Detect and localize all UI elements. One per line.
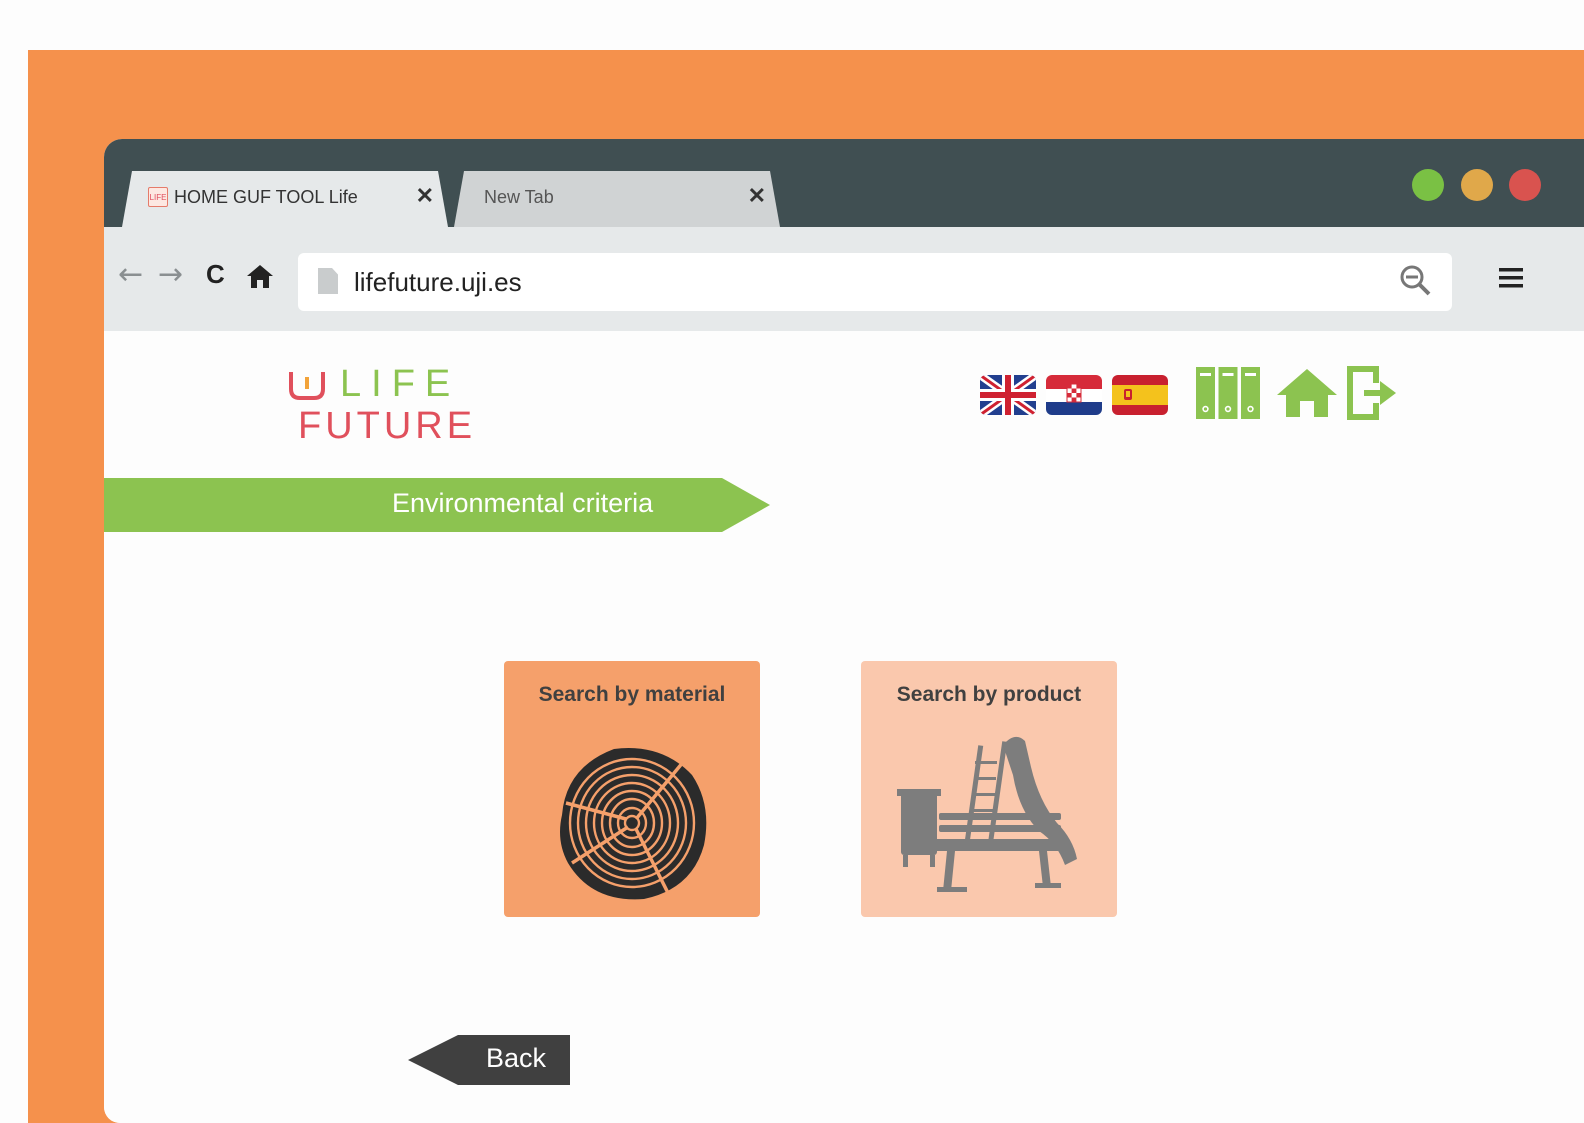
zoom-search-icon[interactable] bbox=[1398, 263, 1434, 299]
spain-flag-icon[interactable] bbox=[1112, 375, 1168, 415]
page-icon bbox=[318, 268, 338, 294]
back-button[interactable]: Back bbox=[408, 1035, 570, 1085]
url-text: lifefuture.uji.es bbox=[354, 267, 522, 297]
reload-icon[interactable]: C bbox=[206, 259, 225, 290]
card-label: Search by product bbox=[896, 683, 1082, 706]
search-by-material-card[interactable]: Search by material bbox=[504, 661, 760, 917]
tab-close-icon[interactable]: ✕ bbox=[416, 183, 434, 209]
browser-toolbar: ← → C lifefuture.uji.es bbox=[104, 227, 1584, 331]
window-close-button[interactable] bbox=[1509, 169, 1541, 201]
address-bar[interactable]: lifefuture.uji.es bbox=[298, 253, 1452, 311]
logo-text-life: LIFE bbox=[340, 363, 461, 405]
playground-furniture-icon bbox=[897, 736, 1077, 892]
back-arrow-icon[interactable]: ← bbox=[118, 257, 143, 292]
browser-window: LIFE HOME GUF TOOL Life ✕ New Tab ✕ ← → … bbox=[104, 139, 1584, 1123]
forward-arrow-icon[interactable]: → bbox=[158, 257, 183, 292]
back-button-label: Back bbox=[486, 1043, 547, 1073]
binders-icon[interactable] bbox=[1194, 365, 1262, 421]
page-content: LIFE FUTURE Environmental criteria Searc… bbox=[104, 331, 1584, 1123]
hamburger-menu-icon[interactable] bbox=[1498, 265, 1524, 291]
tab-label: New Tab bbox=[484, 187, 554, 207]
logout-icon[interactable] bbox=[1346, 365, 1398, 421]
tab-new-tab[interactable]: New Tab ✕ bbox=[454, 171, 780, 227]
croatia-flag-icon[interactable] bbox=[1046, 375, 1102, 415]
card-label: Search by material bbox=[538, 683, 726, 706]
tab-label: HOME GUF TOOL Life bbox=[174, 187, 358, 207]
browser-home-icon[interactable] bbox=[246, 263, 274, 289]
home-icon[interactable] bbox=[1276, 367, 1338, 419]
tab-close-icon[interactable]: ✕ bbox=[748, 183, 766, 209]
life-future-logo[interactable]: LIFE FUTURE bbox=[284, 363, 484, 453]
tab-home-guf-tool[interactable]: LIFE HOME GUF TOOL Life ✕ bbox=[122, 171, 448, 227]
window-minimize-button[interactable] bbox=[1461, 169, 1493, 201]
uk-flag-icon[interactable] bbox=[980, 375, 1036, 415]
environmental-criteria-banner: Environmental criteria bbox=[104, 478, 770, 532]
window-maximize-button[interactable] bbox=[1412, 169, 1444, 201]
banner-title: Environmental criteria bbox=[392, 488, 654, 518]
browser-titlebar: LIFE HOME GUF TOOL Life ✕ New Tab ✕ bbox=[104, 139, 1584, 227]
favicon-icon: LIFE bbox=[148, 187, 168, 207]
logo-mark-icon bbox=[289, 372, 325, 400]
tree-rings-icon bbox=[560, 748, 707, 900]
logo-text-future: FUTURE bbox=[298, 405, 477, 447]
search-by-product-card[interactable]: Search by product bbox=[861, 661, 1117, 917]
